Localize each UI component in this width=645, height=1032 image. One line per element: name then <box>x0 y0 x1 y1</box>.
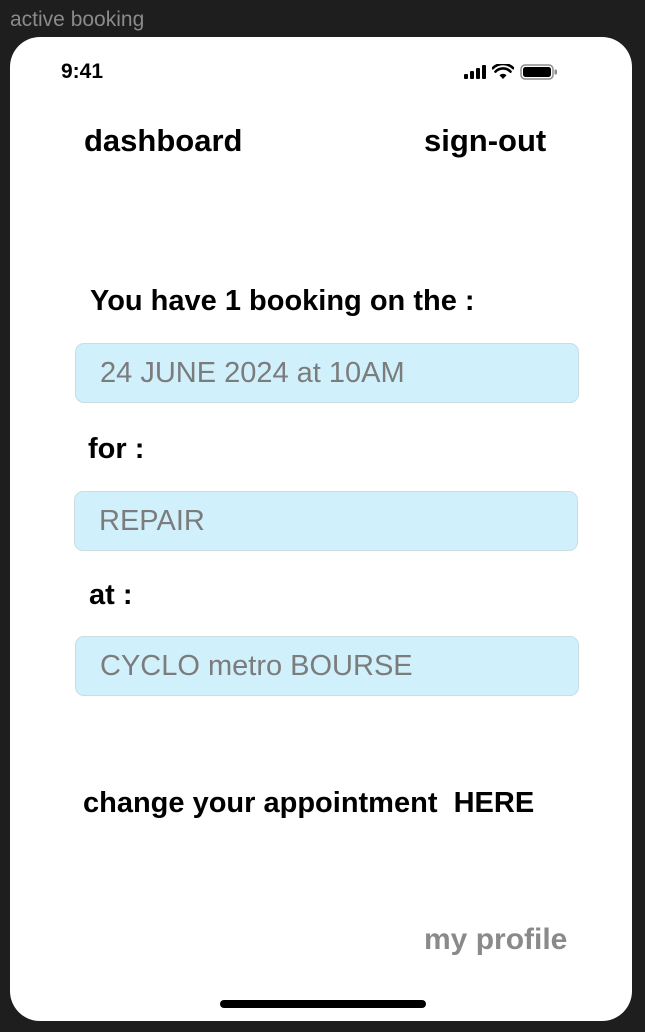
booking-intro: You have 1 booking on the : <box>90 285 475 317</box>
phone-screen: 9:41 dashboard sign-out You have 1 booki… <box>10 37 632 1021</box>
change-appointment-link[interactable]: change your appointment HERE <box>83 787 534 820</box>
status-icons <box>464 62 558 82</box>
wifi-icon <box>492 64 514 79</box>
service-label: for : <box>88 433 145 465</box>
location-field[interactable]: CYCLO metro BOURSE <box>75 636 579 696</box>
status-time: 9:41 <box>61 60 104 83</box>
service-field[interactable]: REPAIR <box>74 491 578 551</box>
location-label: at : <box>89 579 133 611</box>
dashboard-link[interactable]: dashboard <box>84 123 242 159</box>
battery-icon <box>520 64 557 80</box>
signal-icon <box>464 65 486 79</box>
home-indicator[interactable] <box>220 1000 426 1008</box>
booking-date-field[interactable]: 24 JUNE 2024 at 10AM <box>75 343 579 403</box>
sign-out-link[interactable]: sign-out <box>424 123 546 159</box>
frame-title: active booking <box>10 8 145 31</box>
my-profile-link[interactable]: my profile <box>424 923 567 957</box>
